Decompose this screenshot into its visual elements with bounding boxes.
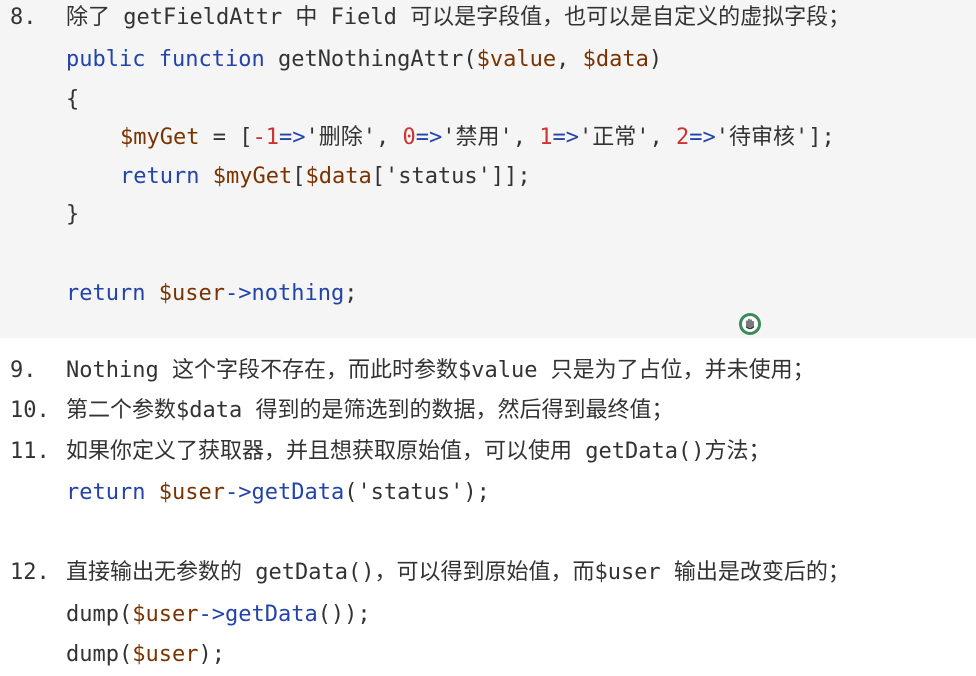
list-item-10: 10. 第二个参数$data 得到的是筛选到的数据，然后得到最终值； [0, 393, 673, 429]
code-variable: $user [158, 281, 225, 306]
code-punctuation: ) [648, 47, 663, 72]
code-variable: $myGet [120, 125, 200, 150]
list-item-8: 8. 除了 getFieldAttr 中 Field 可以是字段值，也可以是自定… [0, 0, 850, 36]
code-punctuation: ]; [808, 125, 835, 150]
code-variable: $user [132, 602, 199, 627]
item-number: 12. [10, 560, 50, 585]
code-line-return-getdata: return $user->getData('status'); [66, 475, 490, 511]
code-function-call: dump( [66, 602, 133, 627]
code-punctuation: , [512, 125, 540, 150]
item-number: 10. [10, 398, 50, 423]
code-operator: => [415, 125, 443, 150]
code-number: 1 [539, 125, 553, 150]
code-string: '禁用' [442, 125, 513, 150]
code-punctuation: ()); [317, 602, 371, 627]
code-punctuation: , [375, 125, 403, 150]
code-operator: -> [224, 480, 252, 505]
code-variable: $data [305, 164, 372, 189]
code-punctuation: [ [292, 164, 306, 189]
code-punctuation: [ [371, 164, 385, 189]
code-keyword: return [120, 164, 200, 189]
code-function-name: getNothingAttr( [277, 47, 477, 72]
code-variable: $user [158, 480, 225, 505]
code-line-return-myget: return $myGet[$data['status']]; [120, 159, 531, 195]
code-punctuation: = [ [199, 125, 253, 150]
list-item-9: 9. Nothing 这个字段不存在，而此时参数$value 只是为了占位，并未… [0, 353, 815, 389]
code-property: nothing [251, 281, 345, 306]
hand-cursor-icon [739, 313, 761, 335]
code-operator: => [689, 125, 716, 150]
code-number: -1 [252, 125, 279, 150]
code-variable: $data [582, 47, 649, 72]
code-punctuation: , [556, 47, 583, 72]
item-number: 9. [10, 358, 37, 383]
code-variable: $user [132, 642, 199, 667]
list-item-12: 12. 直接输出无参数的 getData()，可以得到原始值，而$user 输出… [0, 555, 850, 591]
code-punctuation: , [649, 125, 676, 150]
code-punctuation: } [66, 202, 80, 227]
item-text: 直接输出无参数的 getData()，可以得到原始值，而$user 输出是改变后… [66, 560, 850, 585]
code-line-myget: $myGet = [-1=>'删除', 0=>'禁用', 1=>'正常', 2=… [120, 120, 835, 156]
code-punctuation: ); [463, 480, 490, 505]
code-line-return-nothing: return $user->nothing; [66, 276, 357, 312]
code-punctuation: { [66, 87, 80, 112]
code-line-dump-getdata: dump($user->getData()); [66, 597, 371, 633]
code-line-close-brace: } [66, 197, 79, 233]
item-text: 除了 getFieldAttr 中 Field 可以是字段值，也可以是自定义的虚… [66, 5, 851, 30]
code-punctuation: ); [198, 642, 225, 667]
code-keyword: return [66, 281, 146, 306]
code-string: '正常' [578, 125, 650, 150]
code-punctuation: ( [344, 480, 358, 505]
code-string: 'status' [357, 480, 464, 505]
code-keyword: function [158, 47, 265, 72]
item-text: Nothing 这个字段不存在，而此时参数$value 只是为了占位，并未使用； [66, 358, 815, 383]
code-operator: => [552, 125, 579, 150]
code-keyword: public [66, 47, 146, 72]
code-operator: => [278, 125, 306, 150]
item-text: 如果你定义了获取器，并且想获取原始值，可以使用 getData()方法； [66, 439, 771, 464]
code-variable: $myGet [212, 164, 293, 189]
code-string: '待审核' [715, 125, 809, 150]
code-punctuation: ]]; [490, 164, 531, 189]
item-number: 8. [10, 5, 37, 30]
code-punctuation: ; [344, 281, 358, 306]
code-operator: -> [198, 602, 225, 627]
code-function-name: getData [251, 480, 345, 505]
list-item-11: 11. 如果你定义了获取器，并且想获取原始值，可以使用 getData()方法； [0, 434, 770, 470]
code-number: 0 [402, 125, 416, 150]
code-string: '删除' [305, 125, 376, 150]
item-text: 第二个参数$data 得到的是筛选到的数据，然后得到最终值； [66, 398, 674, 423]
code-line-open-brace: { [66, 82, 79, 118]
code-variable: $value [476, 47, 557, 72]
item-number: 11. [10, 439, 50, 464]
code-keyword: return [66, 480, 146, 505]
code-function-call: dump( [66, 642, 133, 667]
code-line-signature: public function getNothingAttr($value, $… [66, 42, 662, 78]
code-string: 'status' [384, 164, 491, 189]
code-operator: -> [224, 281, 252, 306]
code-number: 2 [675, 125, 690, 150]
code-line-dump-user: dump($user); [66, 637, 225, 673]
code-function-name: getData [224, 602, 318, 627]
